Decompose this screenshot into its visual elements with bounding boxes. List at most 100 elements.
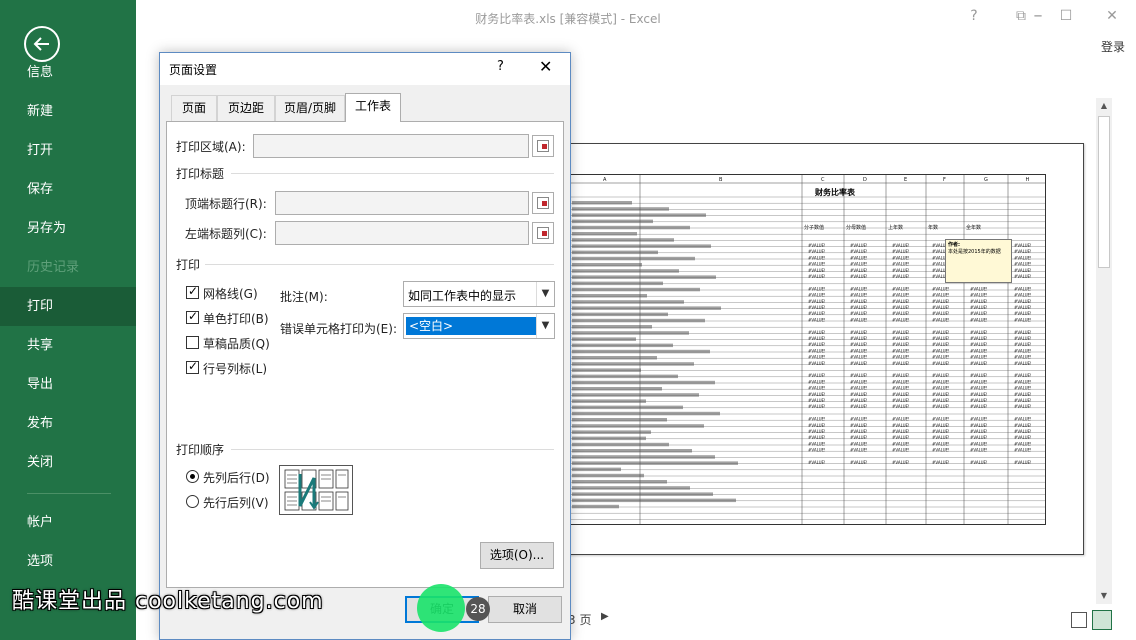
top-rows-collapse-icon[interactable] xyxy=(532,192,554,214)
grid-row-label-block xyxy=(572,461,738,465)
chevron-down-icon[interactable]: ▼ xyxy=(536,282,554,306)
nav-export[interactable]: 导出 xyxy=(0,365,136,404)
scroll-down-icon[interactable]: ▼ xyxy=(1096,588,1112,604)
grid-row-label-block xyxy=(572,473,644,478)
grid-value-cell: #VALUE! xyxy=(892,293,910,298)
black-white-checkbox[interactable] xyxy=(186,309,199,324)
grid-row-label-block xyxy=(572,250,658,255)
black-white-label[interactable]: 单色打印(B) xyxy=(203,310,269,327)
draft-quality-checkbox[interactable] xyxy=(186,336,199,349)
over-then-down-radio[interactable] xyxy=(186,495,199,508)
errors-value: <空白> xyxy=(406,317,536,335)
print-area-input[interactable] xyxy=(253,134,529,158)
nav-print[interactable]: 打印 xyxy=(0,287,136,326)
cancel-button[interactable]: 取消 xyxy=(488,596,562,623)
grid-value-cell: #VALUE! xyxy=(850,268,868,273)
tab-header-footer[interactable]: 页眉/页脚 xyxy=(275,95,345,121)
help-icon[interactable]: ? xyxy=(966,8,982,24)
grid-value-cell: #VALUE! xyxy=(850,441,868,446)
gridlines-checkbox[interactable] xyxy=(186,284,199,299)
grid-value-cell: #VALUE! xyxy=(970,429,988,434)
options-button[interactable]: 选项(O)... xyxy=(480,542,554,569)
close-window-icon[interactable]: ✕ xyxy=(1104,8,1120,24)
nav-open[interactable]: 打开 xyxy=(0,131,136,170)
grid-value-cell: #VALUE! xyxy=(892,243,910,248)
comments-select[interactable]: 如同工作表中的显示 ▼ xyxy=(403,281,555,307)
grid-value-cell: #VALUE! xyxy=(892,398,910,403)
next-page-icon[interactable]: ▶ xyxy=(601,611,609,622)
preview-scrollbar[interactable]: ▲ ▼ xyxy=(1096,98,1112,604)
draft-quality-label[interactable]: 草稿品质(Q) xyxy=(203,335,270,352)
grid-row-label-block xyxy=(572,306,721,310)
dialog-title: 页面设置 xyxy=(169,63,218,77)
nav-share[interactable]: 共享 xyxy=(0,326,136,365)
chevron-down-icon[interactable]: ▼ xyxy=(536,314,554,338)
minimize-icon[interactable]: – xyxy=(1030,7,1046,25)
row-col-headings-label[interactable]: 行号列标(L) xyxy=(203,360,267,377)
nav-info[interactable]: 信息 xyxy=(0,53,136,92)
grid-value-cell: #VALUE! xyxy=(932,299,950,304)
grid-value-cell: #VALUE! xyxy=(970,404,988,409)
grid-value-cell: #VALUE! xyxy=(970,293,988,298)
over-then-down-label[interactable]: 先行后列(V) xyxy=(203,494,269,511)
left-cols-input[interactable] xyxy=(275,221,529,245)
print-order-preview-icon xyxy=(279,465,353,515)
grid-row-label-block xyxy=(572,201,632,205)
top-rows-input[interactable] xyxy=(275,191,529,215)
grid-row-label-block xyxy=(572,405,683,410)
grid-value-cell: #VALUE! xyxy=(850,355,868,360)
tab-sheet[interactable]: 工作表 xyxy=(345,93,401,122)
down-then-over-label[interactable]: 先列后行(D) xyxy=(203,469,270,486)
grid-value-cell: #VALUE! xyxy=(850,348,868,353)
grid-value-cell: #VALUE! xyxy=(1014,336,1032,341)
grid-row-label-block xyxy=(572,219,653,224)
row-col-headings-checkbox[interactable] xyxy=(186,359,199,374)
grid-value-cell: #VALUE! xyxy=(850,392,868,397)
grid-value-cell: #VALUE! xyxy=(850,373,868,378)
grid-value-cell: #VALUE! xyxy=(850,255,868,260)
nav-account[interactable]: 帐户 xyxy=(0,503,136,542)
ribbon-display-icon[interactable]: ⧉ xyxy=(1013,8,1029,24)
grid-col-letter: A xyxy=(603,177,607,183)
grid-value-cell: #VALUE! xyxy=(1014,355,1032,360)
nav-publish[interactable]: 发布 xyxy=(0,404,136,443)
grid-value-cell: #VALUE! xyxy=(892,330,910,335)
left-cols-collapse-icon[interactable] xyxy=(532,222,554,244)
show-margins-icon[interactable] xyxy=(1071,612,1087,628)
grid-value-cell: #VALUE! xyxy=(1014,293,1032,298)
grid-value-cell: #VALUE! xyxy=(932,404,950,409)
tab-margins[interactable]: 页边距 xyxy=(217,95,275,121)
grid-value-cell: #VALUE! xyxy=(892,441,910,446)
grid-value-cell: #VALUE! xyxy=(1014,392,1032,397)
dialog-close-icon[interactable]: ✕ xyxy=(539,57,552,76)
dialog-help-icon[interactable]: ? xyxy=(497,59,504,74)
nav-save-as[interactable]: 另存为 xyxy=(0,209,136,248)
scroll-thumb[interactable] xyxy=(1098,116,1110,268)
tab-page[interactable]: 页面 xyxy=(171,95,217,121)
gridlines-label[interactable]: 网格线(G) xyxy=(203,285,258,302)
grid-row-label-block xyxy=(572,256,695,261)
nav-save[interactable]: 保存 xyxy=(0,170,136,209)
login-link[interactable]: 登录 xyxy=(1101,38,1125,55)
nav-new[interactable]: 新建 xyxy=(0,92,136,131)
grid-value-cell: #VALUE! xyxy=(850,317,868,322)
grid-value-cell: #VALUE! xyxy=(1014,249,1032,254)
zoom-to-page-icon[interactable] xyxy=(1092,610,1112,630)
nav-options[interactable]: 选项 xyxy=(0,542,136,581)
preview-sheet: A B C D E F G H 分子数值 分母数值 上年数 年数 全年数 #VALUE! #VALUE! #V… xyxy=(569,174,1046,525)
maximize-icon[interactable]: ☐ xyxy=(1058,8,1074,24)
grid-row-label-block xyxy=(572,356,657,360)
grid-row-label-block xyxy=(572,486,690,490)
print-area-collapse-icon[interactable] xyxy=(532,135,554,157)
print-preview-page: A B C D E F G H 分子数值 分母数值 上年数 年数 全年数 #VALUE! #VALUE! #V… xyxy=(548,143,1084,555)
grid-value-cell: #VALUE! xyxy=(850,448,868,453)
grid-value-cell: #VALUE! xyxy=(1014,317,1032,322)
errors-select[interactable]: <空白> ▼ xyxy=(403,313,555,339)
grid-value-cell: #VALUE! xyxy=(932,317,950,322)
down-then-over-radio[interactable] xyxy=(186,470,199,483)
grid-value-cell: #VALUE! xyxy=(932,336,950,341)
scroll-up-icon[interactable]: ▲ xyxy=(1096,98,1112,114)
grid-value-cell: #VALUE! xyxy=(970,305,988,310)
nav-close[interactable]: 关闭 xyxy=(0,443,136,482)
grid-value-cell: #VALUE! xyxy=(892,460,910,465)
